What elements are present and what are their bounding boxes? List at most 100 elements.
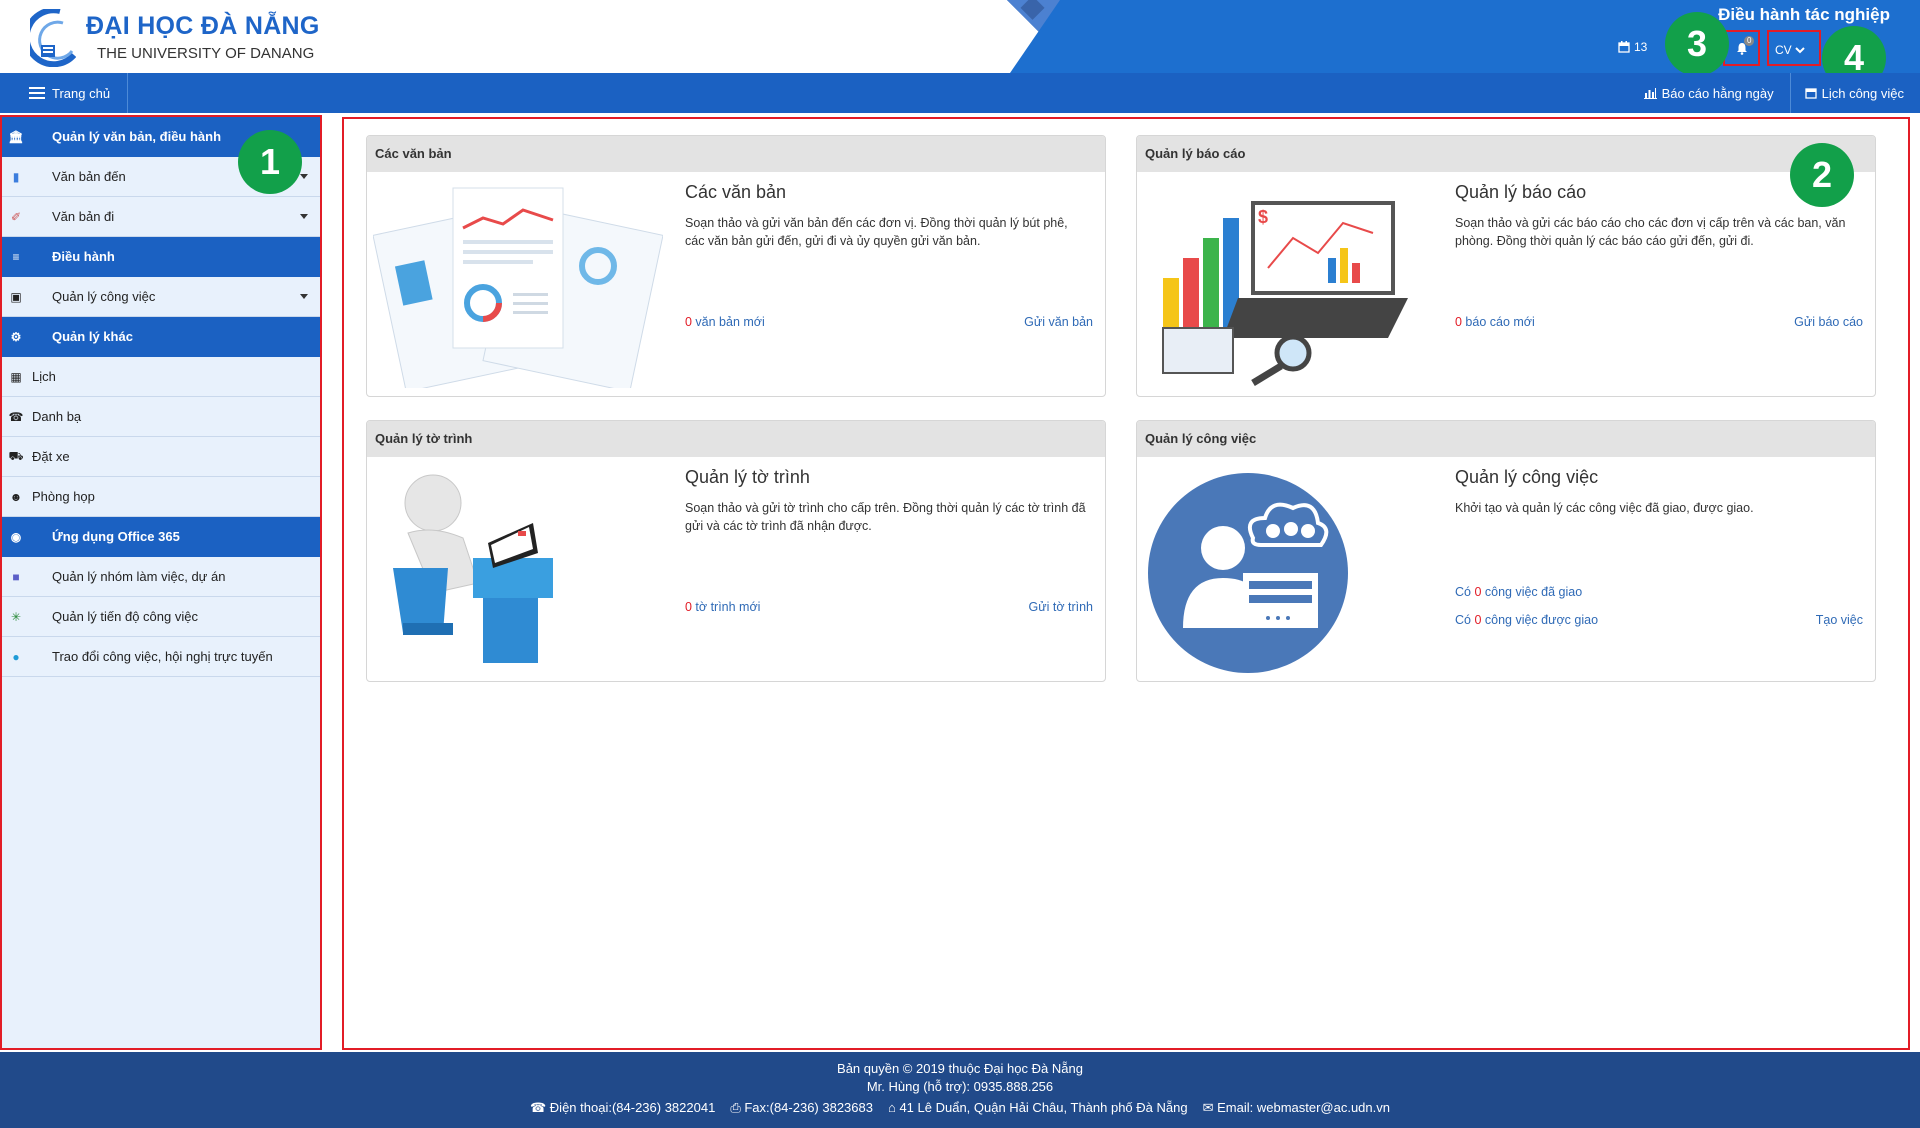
received-tasks-link[interactable]: Có 0 công việc được giao (1455, 613, 1598, 627)
reports-illustration-icon: $ (1162, 201, 1408, 386)
sidebar-item-operations[interactable]: ≡ Điều hành (2, 237, 320, 277)
phone-book-icon: ☎ (8, 409, 24, 424)
calendar-icon (1804, 88, 1817, 99)
assigned-label: công việc đã giao (1481, 585, 1583, 599)
nav-work-calendar-label: Lịch công việc (1821, 85, 1904, 101)
sidebar-item-label: Quản lý khác (52, 329, 133, 344)
card-submissions: Quản lý tờ trình Quản lý tờ trình Soạn t… (366, 420, 1106, 682)
system-title: Điều hành tác nghiệp (1718, 5, 1890, 24)
tasks-illustration-icon (1148, 473, 1348, 673)
assigned-prefix: Có (1455, 585, 1475, 599)
new-label: văn bản mới (691, 315, 765, 329)
new-count: 0 (685, 600, 692, 614)
caret-down-icon (300, 294, 308, 299)
send-report-link[interactable]: Gửi báo cáo (1794, 315, 1863, 329)
nav-daily-report[interactable]: Báo cáo hằng ngày (1630, 73, 1790, 113)
sidebar-item-planner[interactable]: ✳ Quản lý tiến độ công việc (2, 597, 320, 637)
sidebar-item-other-management[interactable]: ⚙ Quản lý khác (2, 317, 320, 357)
svg-text:$: $ (1258, 207, 1268, 227)
nav-home-label: Trang chủ (52, 85, 111, 101)
main-content: Các văn bản Các văn bản Soạn thảo và gửi… (342, 117, 1910, 1050)
footer-fax-text: Fax:(84-236) 3823683 (744, 1100, 873, 1115)
caret-down-icon (300, 174, 308, 179)
new-reports-link[interactable]: 0 báo cáo mới (1455, 315, 1535, 329)
card-header: Quản lý tờ trình (367, 421, 1105, 457)
footer-address: ⌂ 41 Lê Duẩn, Quận Hải Châu, Thành phố Đ… (888, 1099, 1188, 1117)
sidebar-item-label: Ứng dụng Office 365 (52, 529, 180, 544)
sidebar-item-label: Trao đổi công việc, hội nghị trực tuyến (52, 649, 273, 664)
card-header: Quản lý báo cáo (1137, 136, 1875, 172)
notification-count: 0 (1744, 36, 1755, 46)
card-title: Các văn bản (685, 182, 787, 202)
footer-email[interactable]: ✉ Email: webmaster@ac.udn.vn (1203, 1099, 1390, 1117)
annotation-badge-2: 2 (1790, 143, 1854, 207)
calendar-icon (1618, 41, 1630, 53)
send-document-link[interactable]: Gửi văn bản (1024, 315, 1093, 329)
footer-fax: ⎙ Fax:(84-236) 3823683 (730, 1099, 873, 1117)
bar-chart-icon (1643, 87, 1657, 99)
card-tasks: Quản lý công việc Quản lý công việc Khởi… (1136, 420, 1876, 682)
nav-home[interactable]: Trang chủ (0, 73, 128, 113)
user-label: CV (1775, 43, 1792, 57)
sidebar-item-contacts[interactable]: ☎ Danh bạ (2, 397, 320, 437)
cogs-icon: ⚙ (10, 329, 22, 344)
footer-email-text: Email: webmaster@ac.udn.vn (1217, 1100, 1390, 1115)
caret-down-icon (300, 214, 308, 219)
received-label: công việc được giao (1481, 613, 1599, 627)
sidebar-item-calendar[interactable]: ▦ Lịch (2, 357, 320, 397)
chevron-down-icon (1795, 47, 1805, 54)
nav-daily-report-label: Báo cáo hằng ngày (1661, 85, 1774, 101)
car-icon: ⛟ (8, 448, 24, 463)
footer-contact: ☎ Điện thoại:(84-236) 3822041 ⎙ Fax:(84-… (0, 1099, 1920, 1117)
card-description: Soạn thảo và gửi tờ trình cho cấp trên. … (685, 501, 1086, 533)
footer-copyright: Bản quyền © 2019 thuộc Đại học Đà Nẵng (837, 1061, 1083, 1076)
document-icon: ▮ (12, 169, 20, 184)
new-submissions-link[interactable]: 0 tờ trình mới (685, 600, 760, 614)
create-task-link[interactable]: Tạo việc (1816, 613, 1863, 627)
card-description: Soạn thảo và gửi văn bản đến các đơn vị.… (685, 216, 1068, 248)
send-submission-link[interactable]: Gửi tờ trình (1029, 600, 1094, 614)
sidebar-item-teams[interactable]: ■ Quản lý nhóm làm việc, dự án (2, 557, 320, 597)
new-label: báo cáo mới (1461, 315, 1535, 329)
teams-icon: ■ (12, 569, 20, 584)
annotation-badge-3: 3 (1665, 12, 1729, 76)
user-menu-button[interactable]: CV (1767, 30, 1821, 66)
sidebar-item-outgoing-docs[interactable]: ✐ Văn bản đi (2, 197, 320, 237)
sidebar-item-car-booking[interactable]: ⛟ Đặt xe (2, 437, 320, 477)
menu-icon (29, 84, 45, 102)
card-description: Khởi tạo và quản lý các công việc đã gia… (1455, 501, 1754, 515)
university-logo-icon[interactable] (30, 9, 76, 67)
briefcase-icon: ▣ (10, 289, 22, 304)
new-documents-link[interactable]: 0 văn bản mới (685, 315, 765, 329)
sidebar-item-label: Đặt xe (32, 449, 70, 464)
sidebar-item-task-management[interactable]: ▣ Quản lý công việc (2, 277, 320, 317)
top-header: ĐẠI HỌC ĐÀ NẴNG THE UNIVERSITY OF DANANG… (0, 0, 1920, 73)
sidebar-item-skype[interactable]: ● Trao đổi công việc, hội nghị trực tuyến (2, 637, 320, 677)
new-label: tờ trình mới (691, 600, 761, 614)
home-icon: ⌂ (887, 1100, 900, 1115)
phone-icon: ☎ (529, 1100, 550, 1115)
annotation-badge-1: 1 (238, 130, 302, 194)
card-title: Quản lý tờ trình (685, 467, 810, 487)
sidebar-item-label: Văn bản đến (52, 169, 126, 184)
footer-phone-text: Điện thoại:(84-236) 3822041 (549, 1100, 716, 1115)
footer-phone: ☎ Điện thoại:(84-236) 3822041 (530, 1099, 715, 1117)
top-navbar: Trang chủ Báo cáo hằng ngày Lịch công vi… (0, 73, 1920, 113)
card-description: Soạn thảo và gửi các báo cáo cho các đơn… (1455, 216, 1846, 248)
header-date: 13 (1618, 40, 1647, 54)
sidebar-item-label: Phòng họp (32, 489, 95, 504)
submissions-illustration-icon (393, 474, 553, 663)
sidebar-item-office365[interactable]: ◉ Ứng dụng Office 365 (2, 517, 320, 557)
brand-title: ĐẠI HỌC ĐÀ NẴNG (86, 12, 320, 40)
bank-icon: 🏛 (8, 129, 24, 144)
new-count: 0 (1455, 315, 1462, 329)
nav-work-calendar[interactable]: Lịch công việc (1789, 73, 1920, 113)
calendar-icon: ▦ (10, 369, 22, 384)
assigned-tasks-link[interactable]: Có 0 công việc đã giao (1455, 585, 1582, 599)
fax-icon: ⎙ (730, 1100, 745, 1115)
sidebar-item-meeting-rooms[interactable]: ☻ Phòng họp (2, 477, 320, 517)
planner-icon: ✳ (10, 609, 22, 624)
sidebar-item-label: Quản lý tiến độ công việc (52, 609, 198, 624)
received-prefix: Có (1455, 613, 1475, 627)
sliders-icon: ≡ (12, 249, 20, 264)
